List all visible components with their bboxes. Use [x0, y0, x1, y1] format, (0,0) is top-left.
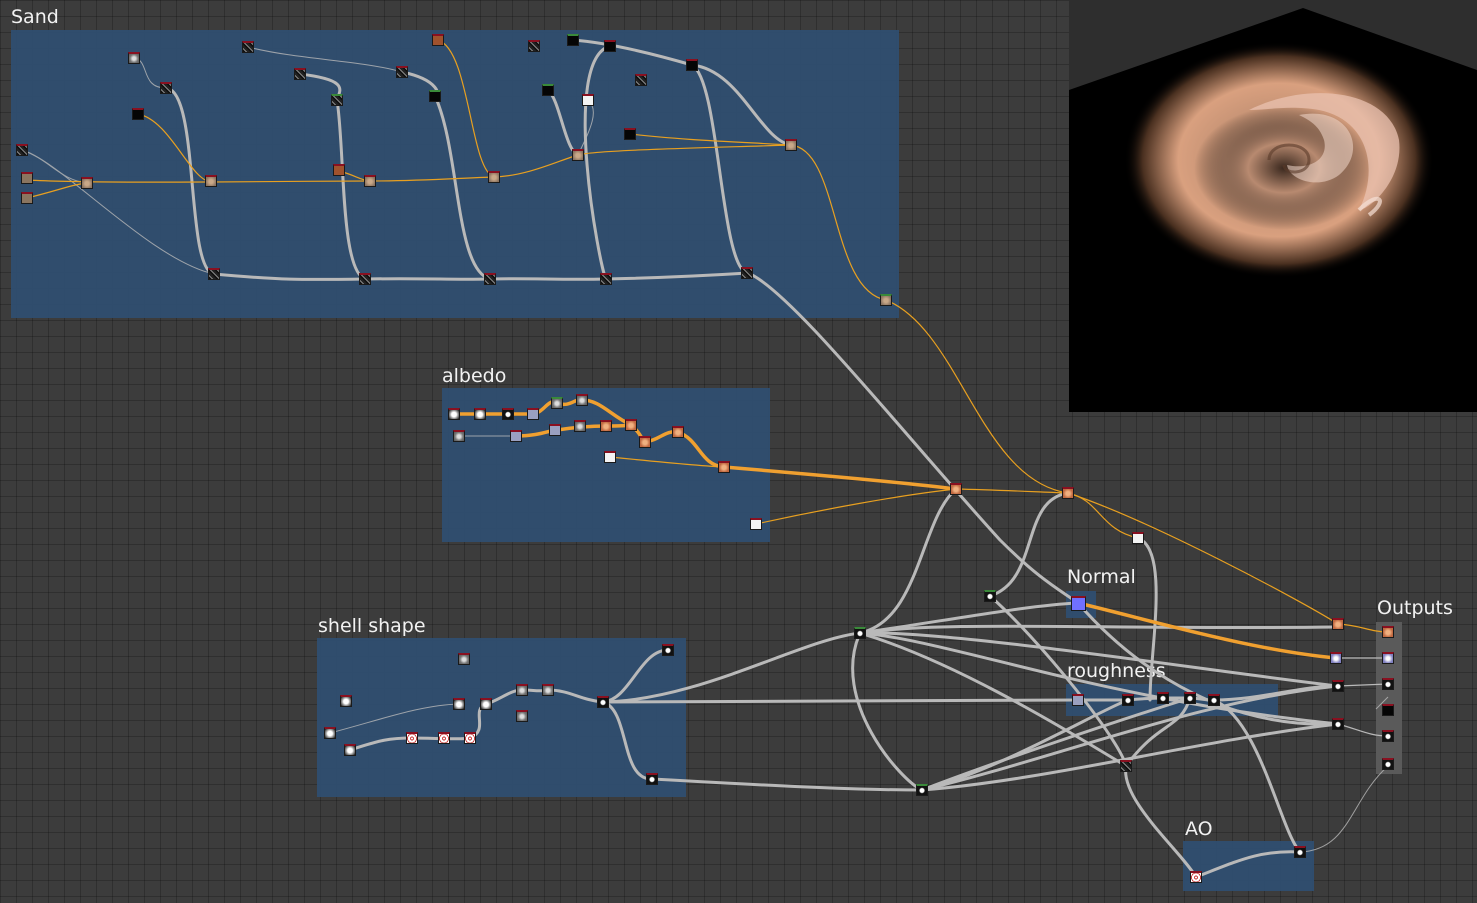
node-sand-5[interactable]	[21, 172, 33, 184]
node-shell-9[interactable]	[597, 696, 609, 708]
node-sand-28[interactable]	[624, 128, 636, 140]
node-albedo-11[interactable]	[600, 420, 612, 432]
node-albedo-17[interactable]	[750, 518, 762, 530]
node-albedo-15[interactable]	[604, 451, 616, 463]
node-albedo-blend[interactable]	[950, 483, 962, 495]
node-sand-6[interactable]	[21, 192, 33, 204]
node-albedo-3[interactable]	[502, 408, 514, 420]
node-sand-22[interactable]	[567, 34, 579, 46]
node-ao-2[interactable]	[1294, 846, 1306, 858]
node-color-blend[interactable]	[1062, 487, 1074, 499]
node-sand-12[interactable]	[208, 268, 220, 280]
node-sand-26[interactable]	[635, 74, 647, 86]
node-sand-27[interactable]	[686, 59, 698, 71]
node-albedo-14[interactable]	[672, 426, 684, 438]
output-ao[interactable]	[1382, 758, 1394, 770]
node-albedo-1[interactable]	[448, 408, 460, 420]
node-shell-8[interactable]	[516, 710, 528, 722]
node-normal[interactable]	[1071, 596, 1086, 611]
preview-render	[1069, 0, 1477, 278]
output-roughness[interactable]	[1382, 678, 1394, 690]
node-sand-23[interactable]	[604, 40, 616, 52]
node-shell-1[interactable]	[458, 653, 470, 665]
3d-preview-panel[interactable]	[1069, 0, 1477, 412]
node-albedo-2[interactable]	[474, 408, 486, 420]
node-sand-3[interactable]	[132, 108, 144, 120]
node-albedo-9[interactable]	[549, 424, 561, 436]
node-sand-21[interactable]	[528, 40, 540, 52]
output-basecolor[interactable]	[1382, 626, 1394, 638]
node-roughness-4[interactable]	[1184, 692, 1196, 704]
node-roughness-2[interactable]	[1122, 694, 1134, 706]
node-albedo-10[interactable]	[574, 420, 586, 432]
node-albedo-6[interactable]	[510, 430, 522, 442]
node-sand-15[interactable]	[359, 273, 371, 285]
node-shell-6[interactable]	[516, 684, 528, 696]
node-sand-31[interactable]	[785, 139, 797, 151]
node-shell-3[interactable]	[340, 695, 352, 707]
node-color-alt[interactable]	[1132, 532, 1144, 544]
node-shell-11[interactable]	[344, 744, 356, 756]
node-shell-15[interactable]	[646, 773, 658, 785]
node-height-2[interactable]	[916, 784, 928, 796]
node-out-pre-2[interactable]	[1330, 652, 1342, 664]
output-metallic[interactable]	[1382, 704, 1394, 716]
node-albedo-13[interactable]	[639, 436, 651, 448]
node-sand-32[interactable]	[741, 267, 753, 279]
node-shell-2[interactable]	[662, 644, 674, 656]
node-sand-24[interactable]	[542, 84, 554, 96]
node-albedo-12[interactable]	[625, 419, 637, 431]
node-sand-13[interactable]	[333, 164, 345, 176]
node-shell-7[interactable]	[542, 684, 554, 696]
node-out-pre-4[interactable]	[1332, 718, 1344, 730]
node-shell-13[interactable]	[438, 732, 450, 744]
node-shell-14[interactable]	[464, 732, 476, 744]
node-roughness-1[interactable]	[1072, 694, 1084, 706]
node-height-root[interactable]	[854, 627, 866, 639]
node-albedo-16[interactable]	[718, 461, 730, 473]
node-sand-25[interactable]	[582, 94, 594, 106]
node-sand-11[interactable]	[205, 175, 217, 187]
node-sand-8[interactable]	[242, 41, 254, 53]
node-mask[interactable]	[1120, 760, 1132, 772]
node-albedo-4[interactable]	[527, 408, 539, 420]
node-sand-9[interactable]	[294, 68, 306, 80]
node-sand-33[interactable]	[880, 294, 892, 306]
node-out-pre-1[interactable]	[1332, 618, 1344, 630]
node-sand-7[interactable]	[81, 177, 93, 189]
node-sand-19[interactable]	[488, 171, 500, 183]
node-sand-10[interactable]	[331, 94, 343, 106]
node-sand-29[interactable]	[572, 149, 584, 161]
node-sand-17[interactable]	[396, 66, 408, 78]
node-albedo-5[interactable]	[453, 430, 465, 442]
node-sand-4[interactable]	[16, 144, 28, 156]
output-height[interactable]	[1382, 730, 1394, 742]
node-albedo-8[interactable]	[576, 394, 588, 406]
node-sand-20[interactable]	[484, 273, 496, 285]
node-roughness-3[interactable]	[1157, 692, 1169, 704]
output-normal[interactable]	[1382, 652, 1394, 664]
node-sand-1[interactable]	[128, 52, 140, 64]
node-albedo-7[interactable]	[551, 397, 563, 409]
node-shell-4[interactable]	[453, 698, 465, 710]
node-sand-30[interactable]	[600, 273, 612, 285]
node-sand-14[interactable]	[364, 175, 376, 187]
node-ao-1[interactable]	[1190, 871, 1202, 883]
node-sand-2[interactable]	[160, 82, 172, 94]
node-shell-10[interactable]	[324, 727, 336, 739]
node-shell-12[interactable]	[406, 732, 418, 744]
node-sand-18[interactable]	[429, 90, 441, 102]
node-out-pre-3[interactable]	[1332, 680, 1344, 692]
node-height-1[interactable]	[984, 590, 996, 602]
node-roughness-5[interactable]	[1208, 694, 1220, 706]
node-shell-5[interactable]	[480, 698, 492, 710]
node-sand-16[interactable]	[432, 34, 444, 46]
